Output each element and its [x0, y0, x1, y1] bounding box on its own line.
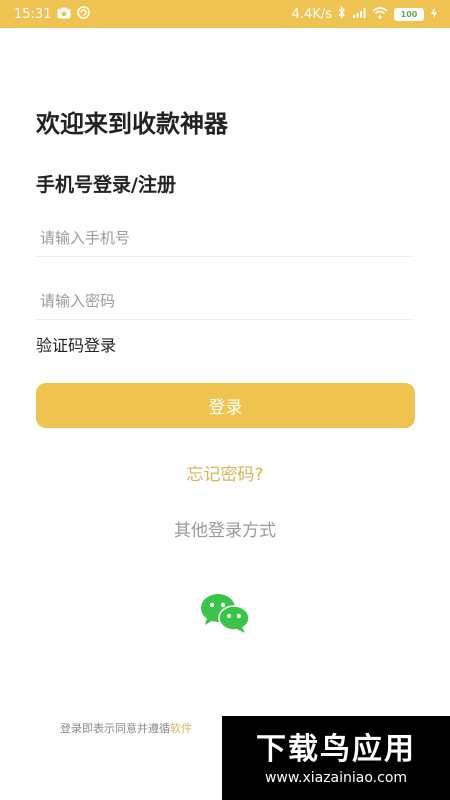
battery-icon: 100: [394, 7, 424, 21]
camera-icon: [57, 7, 71, 22]
agreement-prefix: 登录即表示同意并遵循: [60, 722, 170, 735]
wechat-icon[interactable]: [199, 592, 251, 634]
login-button[interactable]: 登录: [36, 383, 415, 428]
password-input[interactable]: [36, 282, 414, 320]
agreement-link[interactable]: 软件: [170, 722, 192, 735]
sms-login-link[interactable]: 验证码登录: [36, 332, 116, 356]
status-left: 15:31: [14, 6, 91, 22]
phone-input[interactable]: [36, 219, 414, 257]
watermark-title: 下载鸟应用: [256, 732, 416, 767]
status-time: 15:31: [14, 6, 52, 22]
status-right: 4.4K/s 100: [291, 5, 438, 22]
login-screen: 15:31 4.4K/s 100 欢迎来到收款神器 手机号登录/注册 请输入手机…: [0, 0, 450, 800]
charging-icon: [430, 6, 438, 22]
watermark-logo: 下载鸟应用 www.xiazainiao.com: [222, 716, 450, 800]
sync-icon: [77, 6, 91, 22]
network-speed: 4.4K/s: [291, 6, 332, 22]
watermark-url: www.xiazainiao.com: [264, 770, 408, 786]
forgot-password-link[interactable]: 忘记密码?: [0, 460, 450, 485]
page-title: 欢迎来到收款神器: [36, 110, 228, 138]
wifi-icon: [372, 6, 388, 22]
sim-icon: [352, 7, 366, 22]
agreement-text: 登录即表示同意并遵循软件: [60, 720, 192, 736]
other-login-label: 其他登录方式: [174, 521, 276, 541]
login-subtitle: 手机号登录/注册: [36, 174, 176, 196]
bluetooth-icon: [338, 5, 346, 22]
status-bar: 15:31 4.4K/s 100: [0, 0, 450, 28]
